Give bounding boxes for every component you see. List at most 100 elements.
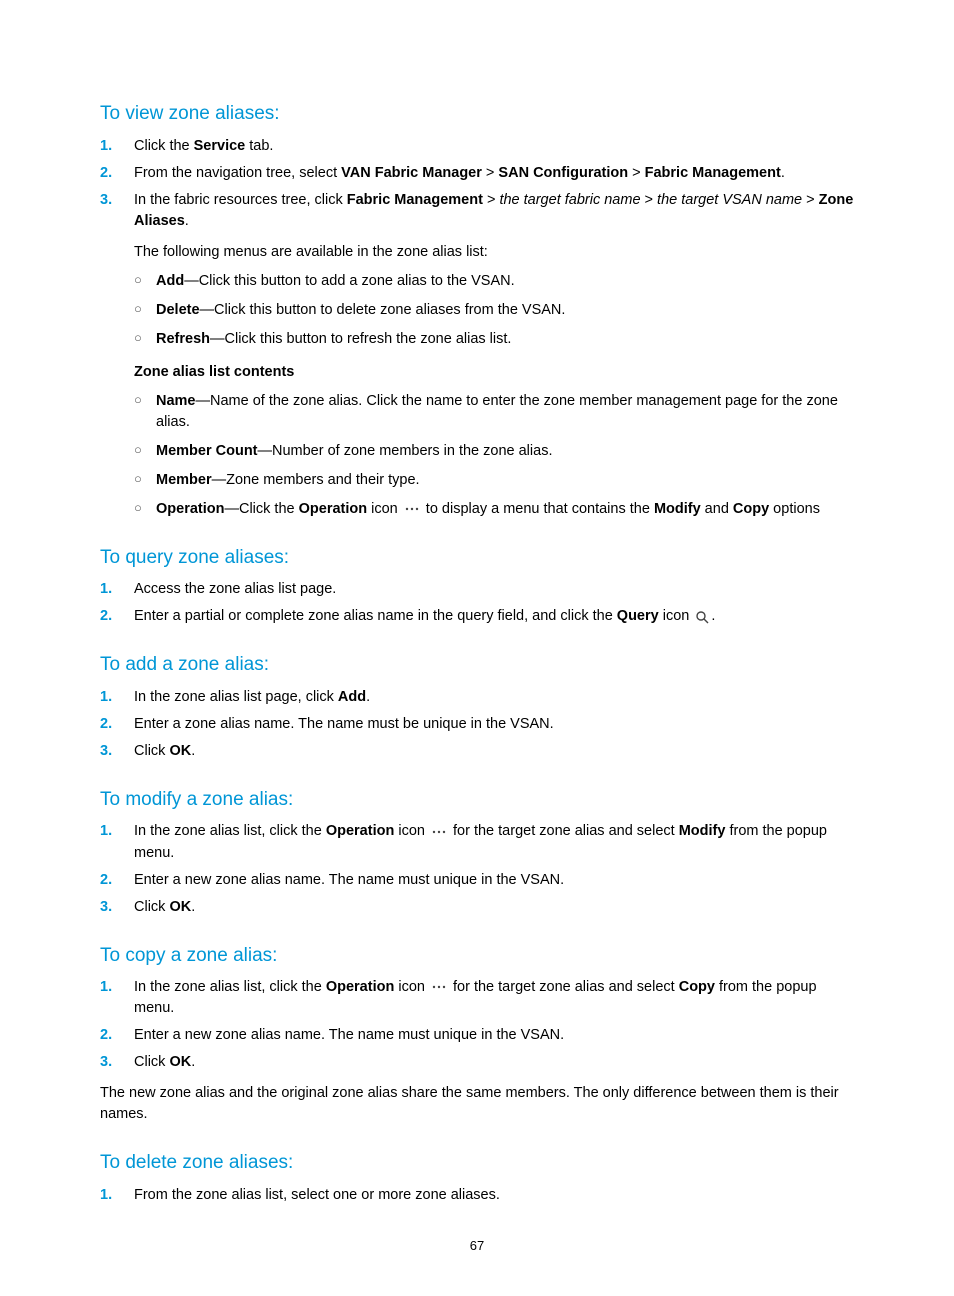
text: —Name of the zone alias. Click the name …	[156, 393, 838, 430]
step-body: In the zone alias list, click the Operat…	[134, 821, 854, 863]
sub-heading: Zone alias list contents	[134, 362, 854, 383]
list-body: Name—Name of the zone alias. Click the n…	[156, 391, 854, 433]
bold: Operation	[326, 979, 394, 995]
ellipsis-icon	[431, 827, 447, 837]
step-number: 1.	[100, 821, 134, 863]
text: Click	[134, 1054, 169, 1070]
text: In the fabric resources tree, click	[134, 192, 347, 208]
step: 1.In the zone alias list page, click Add…	[100, 687, 854, 708]
step-body: Click the Service tab.	[134, 136, 854, 157]
text: and	[701, 501, 733, 517]
text: From the navigation tree, select	[134, 165, 341, 181]
step: 2.Enter a zone alias name. The name must…	[100, 714, 854, 735]
list-body: Member Count—Number of zone members in t…	[156, 441, 552, 462]
list-body: Operation—Click the Operation icon to di…	[156, 499, 820, 520]
steps-delete: 1.From the zone alias list, select one o…	[100, 1185, 854, 1206]
step: 2.Enter a new zone alias name. The name …	[100, 1025, 854, 1046]
text: .	[366, 689, 370, 705]
step: 2. From the navigation tree, select VAN …	[100, 163, 854, 184]
text: >	[628, 165, 645, 181]
text: .	[781, 165, 785, 181]
followup-text: The following menus are available in the…	[134, 242, 854, 263]
bold: OK	[169, 899, 191, 915]
bold: Query	[617, 608, 659, 624]
bold: VAN Fabric Manager	[341, 165, 482, 181]
heading-delete: To delete zone aliases:	[100, 1149, 854, 1177]
text: .	[191, 1054, 195, 1070]
step-number: 2.	[100, 714, 134, 735]
bold: Add	[156, 273, 184, 289]
circle-bullet-icon: ○	[134, 329, 156, 350]
steps-view: 1. Click the Service tab. 2. From the na…	[100, 136, 854, 232]
text: .	[185, 213, 189, 229]
bold: Operation	[299, 501, 367, 517]
step: 3.Click OK.	[100, 1052, 854, 1073]
step-body: From the zone alias list, select one or …	[134, 1185, 854, 1206]
step: 1.In the zone alias list, click the Oper…	[100, 821, 854, 863]
document-page: To view zone aliases: 1. Click the Servi…	[0, 0, 954, 1296]
step-body: Click OK.	[134, 741, 854, 762]
magnifier-icon	[695, 610, 709, 624]
list-body: Member—Zone members and their type.	[156, 470, 420, 491]
bold: Add	[338, 689, 366, 705]
list-item: ○Refresh—Click this button to refresh th…	[134, 329, 854, 350]
step-number: 2.	[100, 606, 134, 627]
step-number: 1.	[100, 136, 134, 157]
text: >	[483, 192, 500, 208]
steps-copy: 1.In the zone alias list, click the Oper…	[100, 977, 854, 1073]
step-number: 1.	[100, 579, 134, 600]
italic: the target fabric name	[499, 192, 640, 208]
text: icon	[367, 501, 402, 517]
list-item: ○Member Count—Number of zone members in …	[134, 441, 854, 462]
page-number: 67	[0, 1237, 954, 1256]
bold: Refresh	[156, 331, 210, 347]
heading-modify: To modify a zone alias:	[100, 786, 854, 814]
step-body: Enter a new zone alias name. The name mu…	[134, 870, 854, 891]
text: —Number of zone members in the zone alia…	[258, 443, 553, 459]
step-body: In the fabric resources tree, click Fabr…	[134, 190, 854, 232]
text: Enter a partial or complete zone alias n…	[134, 608, 617, 624]
steps-modify: 1.In the zone alias list, click the Oper…	[100, 821, 854, 917]
circle-bullet-icon: ○	[134, 271, 156, 292]
text: In the zone alias list page, click	[134, 689, 338, 705]
bold: Member Count	[156, 443, 258, 459]
text: Click	[134, 743, 169, 759]
bold: Fabric Management	[645, 165, 781, 181]
list-body: Add—Click this button to add a zone alia…	[156, 271, 515, 292]
step-body: Click OK.	[134, 1052, 854, 1073]
step: 1. Click the Service tab.	[100, 136, 854, 157]
text: >	[482, 165, 499, 181]
text: >	[802, 192, 819, 208]
step-number: 1.	[100, 1185, 134, 1206]
step-body: Enter a zone alias name. The name must b…	[134, 714, 854, 735]
bold: Name	[156, 393, 196, 409]
heading-copy: To copy a zone alias:	[100, 942, 854, 970]
step-number: 3.	[100, 1052, 134, 1073]
text: icon	[394, 823, 429, 839]
ellipsis-icon	[431, 982, 447, 992]
list-item: ○Add—Click this button to add a zone ali…	[134, 271, 854, 292]
text: .	[711, 608, 715, 624]
step-number: 1.	[100, 687, 134, 708]
text: Click the	[134, 138, 194, 154]
step-body: Access the zone alias list page.	[134, 579, 854, 600]
step: 3. In the fabric resources tree, click F…	[100, 190, 854, 232]
list-item: ○Delete—Click this button to delete zone…	[134, 300, 854, 321]
italic: the target VSAN name	[657, 192, 802, 208]
step-number: 3.	[100, 741, 134, 762]
paragraph: The new zone alias and the original zone…	[100, 1083, 854, 1125]
step: 2.Enter a partial or complete zone alias…	[100, 606, 854, 627]
list-body: Delete—Click this button to delete zone …	[156, 300, 565, 321]
step: 1.In the zone alias list, click the Oper…	[100, 977, 854, 1019]
bold: Service	[194, 138, 246, 154]
circle-bullet-icon: ○	[134, 391, 156, 433]
step-body: Enter a partial or complete zone alias n…	[134, 606, 854, 627]
bold: SAN Configuration	[498, 165, 628, 181]
circle-bullet-icon: ○	[134, 441, 156, 462]
text: .	[191, 899, 195, 915]
step-body: Click OK.	[134, 897, 854, 918]
text: options	[769, 501, 820, 517]
bold: Fabric Management	[347, 192, 483, 208]
text: Click	[134, 899, 169, 915]
bold: Operation	[156, 501, 224, 517]
